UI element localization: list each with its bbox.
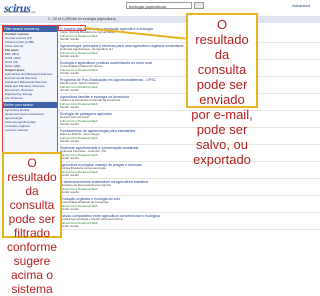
result-similar-link[interactable]: Similar results [60, 208, 318, 212]
result-similar-link[interactable]: Similar results [60, 157, 318, 161]
result-item: Agricultura ecológica: manejo de pragas … [58, 162, 320, 179]
results-summary: 1 - 20 of 1,295 hits for ecologia (agric… [0, 16, 320, 23]
result-similar-link[interactable]: Similar results [60, 174, 318, 178]
callout-export: O resultado da consulta pode ser enviado… [186, 13, 258, 167]
result-similar-link[interactable]: Similar results [60, 123, 318, 127]
result-item: Estudo comparativo entre agricultura con… [58, 213, 320, 230]
result-similar-link[interactable]: Similar results [60, 191, 318, 195]
search-input[interactable]: ecologia (agricultura) [126, 2, 192, 9]
callout-filter: O resultado da consulta pode ser filtrad… [2, 152, 62, 296]
result-item: Produção orgânica e ecologia do solo Univ… [58, 196, 320, 213]
result-item: O desenvolvimento sustentável na agricul… [58, 179, 320, 196]
header: scirus for scientific information only e… [0, 0, 320, 15]
result-similar-link[interactable]: Similar results [60, 225, 318, 229]
result-item: Sistemas agroflorestais e conservação am… [58, 145, 320, 162]
logo-tagline: for scientific information only [4, 11, 36, 14]
advanced-search-link[interactable]: Advanced [292, 3, 310, 8]
result-item: Ecologia de paisagens agrícolas Revista C… [58, 111, 320, 128]
search-button[interactable] [194, 2, 204, 9]
export-highlight-box [58, 25, 86, 31]
result-item: Fundamentos de agroecologia para estudan… [58, 128, 320, 145]
result-similar-link[interactable]: Similar results [60, 140, 318, 144]
